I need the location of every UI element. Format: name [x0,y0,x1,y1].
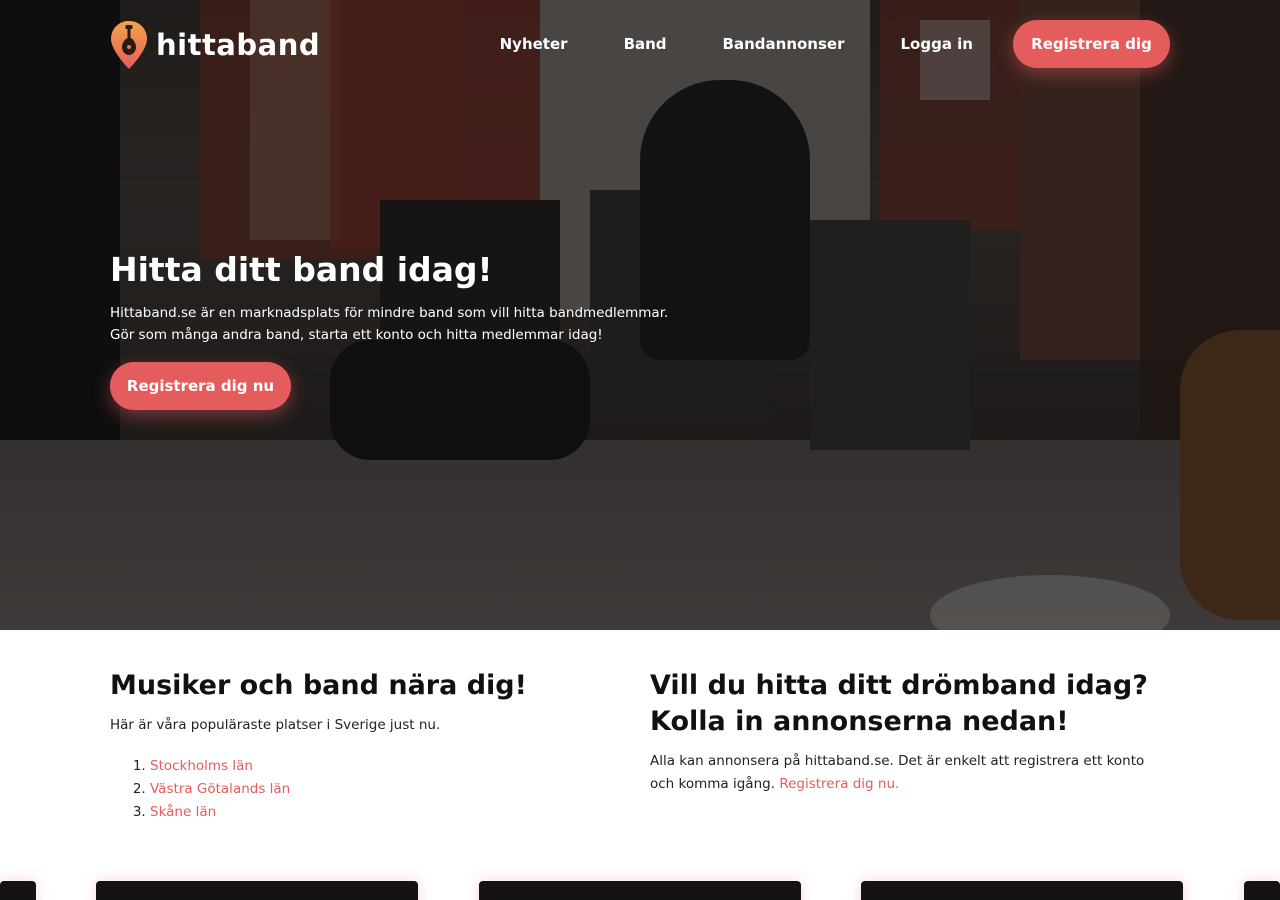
places-list: Stockholms län Västra Götalands län Skån… [110,755,610,824]
place-link-vastra-gotaland[interactable]: Västra Götalands län [150,781,290,797]
ads-title-line: Kolla in annonserna nedan! [650,706,1069,737]
main-nav: Nyheter Band Bandannonser Logga in Regis… [500,20,1170,68]
hero-description: Hittaband.se är en marknadsplats för min… [110,302,670,346]
register-button[interactable]: Registrera dig [1013,20,1170,68]
ad-card[interactable] [479,881,801,900]
nearby-title: Musiker och band nära dig! [110,670,527,701]
ads-register-link[interactable]: Registrera dig nu. [779,776,899,792]
nearby-text: Här är våra populäraste platser i Sverig… [110,717,441,733]
nav-link-nyheter[interactable]: Nyheter [500,35,568,53]
ad-card[interactable] [96,881,418,900]
nav-link-band[interactable]: Band [624,35,667,53]
list-item: Västra Götalands län [150,778,610,801]
site-logo[interactable]: hittaband [110,20,320,70]
nearby-section: Musiker och band nära dig! Här är våra p… [110,668,610,824]
ad-card[interactable] [861,881,1183,900]
hero-section: hittaband Nyheter Band Bandannonser Logg… [0,0,1280,630]
place-link-skane[interactable]: Skåne län [150,804,216,820]
nav-link-bandannonser[interactable]: Bandannonser [723,35,845,53]
hero-title: Hitta ditt band idag! [110,250,493,289]
ads-title: Vill du hitta ditt drömband idag? Kolla … [650,668,1170,740]
list-item: Stockholms län [150,755,610,778]
list-item: Skåne län [150,801,610,824]
hero-description-line: Hittaband.se är en marknadsplats för min… [110,305,669,321]
logo-text: hittaband [156,28,321,62]
ads-text: Alla kan annonsera på hittaband.se. Det … [650,750,1170,796]
guitar-pin-icon [111,21,147,69]
hero-description-line: Gör som många andra band, starta ett kon… [110,327,603,343]
ad-card[interactable] [0,881,36,900]
hero-register-button[interactable]: Registrera dig nu [110,362,291,410]
ads-section: Vill du hitta ditt drömband idag? Kolla … [650,668,1170,796]
place-link-stockholm[interactable]: Stockholms län [150,758,253,774]
ad-card[interactable] [1244,881,1280,900]
ads-title-line: Vill du hitta ditt drömband idag? [650,670,1148,701]
nav-link-login[interactable]: Logga in [900,35,973,53]
